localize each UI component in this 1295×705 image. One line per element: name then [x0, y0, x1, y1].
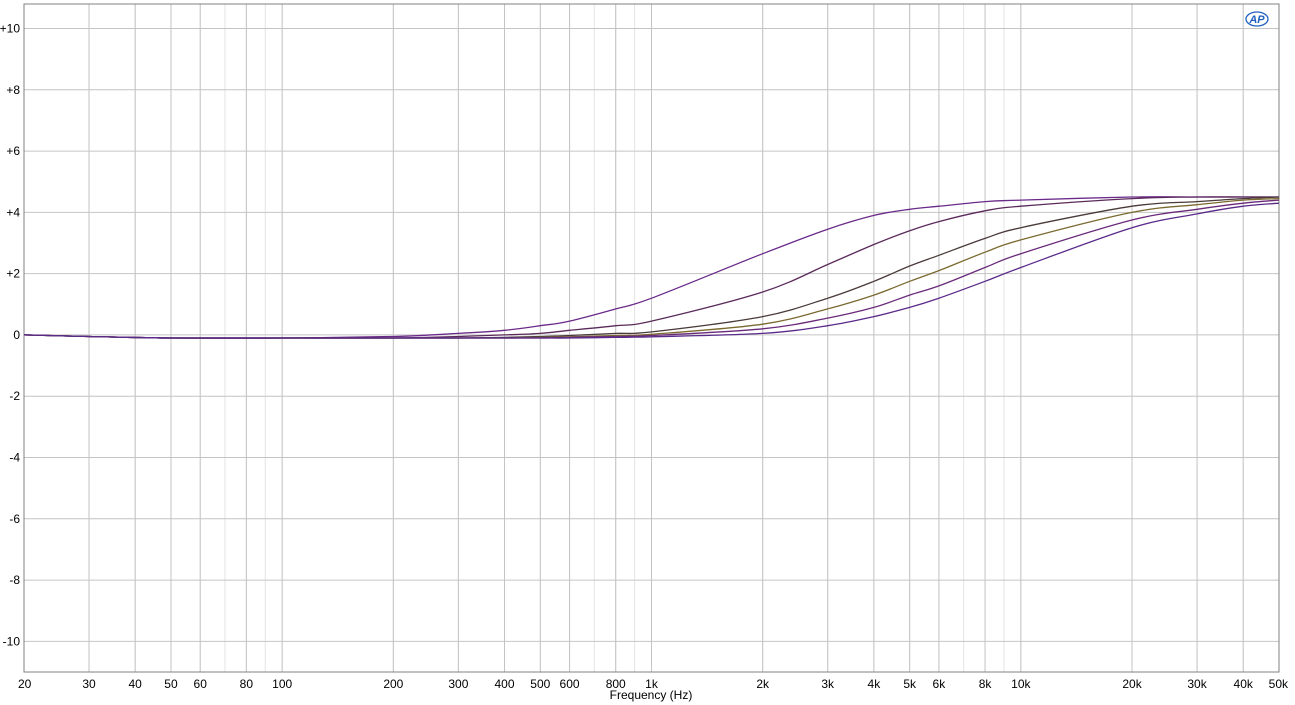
y-tick-label: 0: [13, 328, 20, 342]
y-tick-label: +8: [6, 83, 20, 97]
x-tick-label: 300: [448, 677, 468, 691]
y-tick-label: +10: [0, 22, 20, 36]
x-tick-label: 10k: [1011, 677, 1031, 691]
x-tick-label: 40k: [1234, 677, 1254, 691]
x-tick-label: 500: [530, 677, 550, 691]
x-tick-label: 80: [240, 677, 254, 691]
x-tick-label: 50k: [1269, 677, 1289, 691]
x-tick-label: 2k: [756, 677, 770, 691]
x-tick-label: 8k: [979, 677, 993, 691]
frequency-response-chart: +10 +8 +6 +4 +2 0 -2 -4 -6 -8 -10 20 30 40 50 60 80 100 2…: [0, 3, 1289, 702]
y-tick-label: -4: [9, 451, 20, 465]
x-tick-label: 200: [383, 677, 403, 691]
y-tick-label: -10: [3, 634, 21, 648]
x-tick-label: 3k: [821, 677, 835, 691]
x-tick-label: 6k: [933, 677, 947, 691]
y-tick-label: +2: [6, 267, 20, 281]
x-axis-label: Frequency (Hz): [610, 688, 693, 702]
y-tick-label: +6: [6, 144, 20, 158]
x-tick-label: 20k: [1122, 677, 1142, 691]
x-tick-label: 600: [560, 677, 580, 691]
y-tick-label: -6: [9, 512, 20, 526]
x-tick-label: 400: [495, 677, 515, 691]
y-tick-label: -8: [9, 573, 20, 587]
x-tick-label: 30: [82, 677, 96, 691]
y-axis-ticks: +10 +8 +6 +4 +2 0 -2 -4 -6 -8 -10: [0, 22, 20, 649]
y-tick-label: +4: [6, 205, 20, 219]
x-tick-label: 30k: [1187, 677, 1207, 691]
x-tick-label: 100: [272, 677, 292, 691]
x-tick-label: 20: [18, 677, 32, 691]
x-tick-label: 40: [129, 677, 143, 691]
x-tick-label: 5k: [903, 677, 917, 691]
x-tick-label: 4k: [868, 677, 882, 691]
ap-logo-text: AP: [1248, 14, 1265, 26]
y-tick-label: -2: [9, 389, 20, 403]
x-tick-label: 50: [164, 677, 178, 691]
x-tick-label: 60: [194, 677, 208, 691]
